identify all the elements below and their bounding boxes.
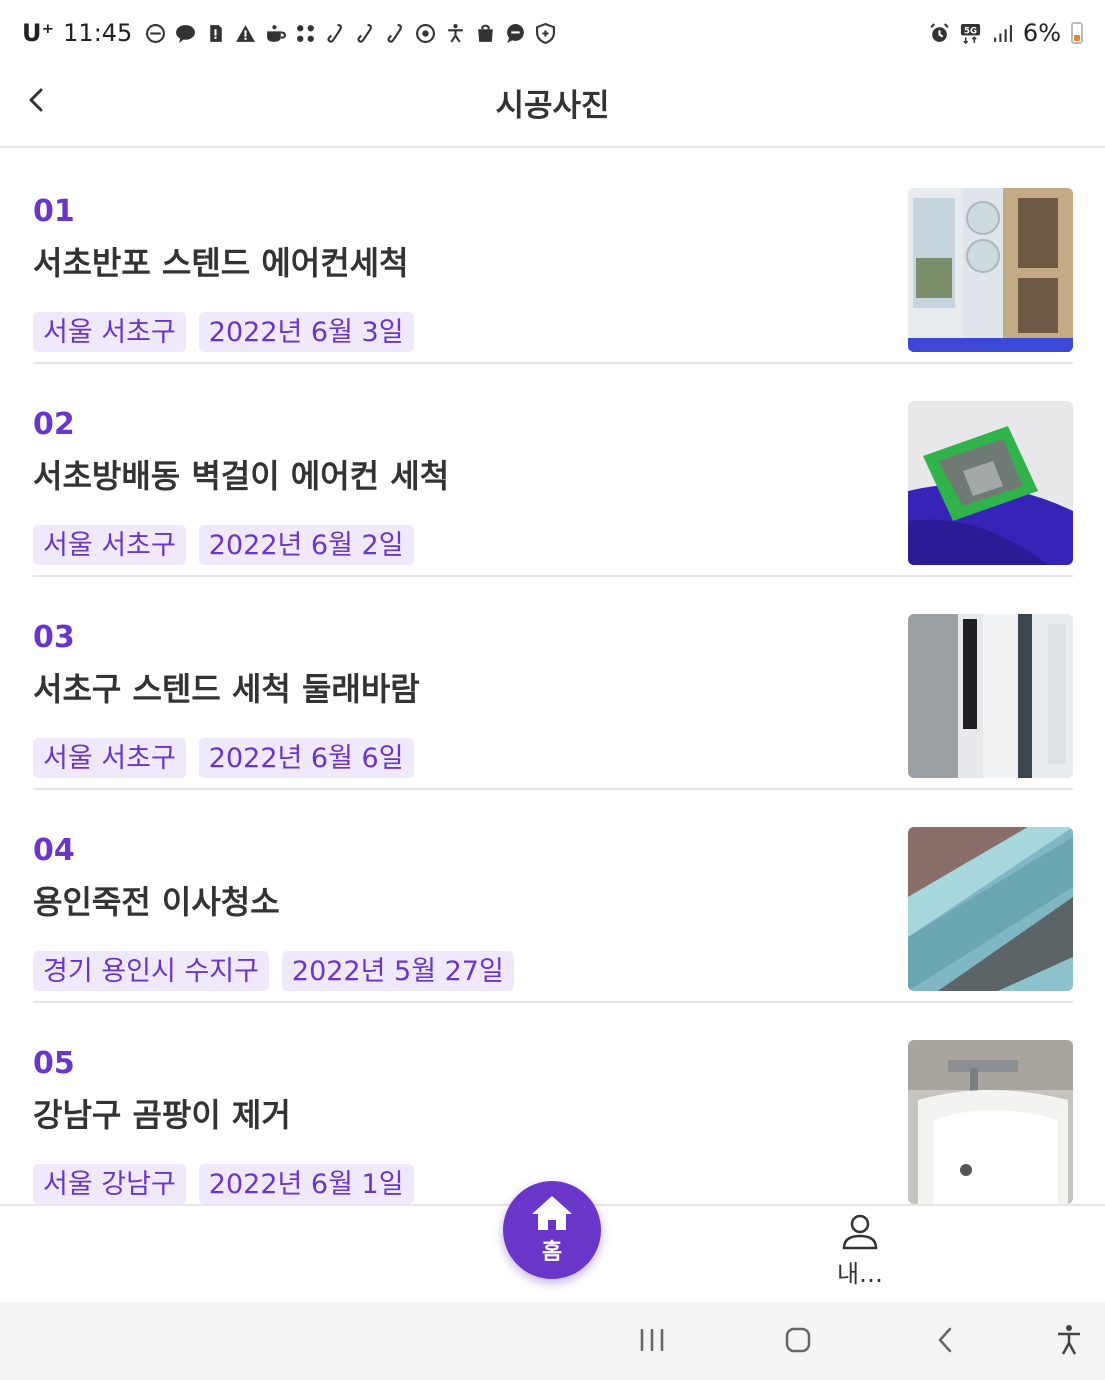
wall-aircon-cleaning-photo[interactable] bbox=[908, 401, 1073, 565]
list-item[interactable]: 04 용인죽전 이사청소 경기 용인시 수지구 2022년 5월 27일 bbox=[33, 789, 1073, 1003]
alarm-icon bbox=[929, 22, 950, 44]
date-tag: 2022년 6월 1일 bbox=[198, 1164, 414, 1204]
item-title: 서초반포 스텐드 에어컨세척 bbox=[33, 244, 409, 282]
window-frame-photo[interactable] bbox=[908, 827, 1073, 991]
bathtub-photo[interactable] bbox=[908, 1040, 1073, 1204]
my-tab[interactable]: 내… bbox=[815, 1214, 905, 1294]
link-icon bbox=[325, 23, 346, 44]
kakaotalk-icon bbox=[175, 23, 196, 44]
item-number: 05 bbox=[33, 1046, 75, 1081]
accessibility-icon bbox=[445, 23, 466, 44]
shield-icon bbox=[535, 22, 556, 44]
date-tag: 2022년 6월 3일 bbox=[198, 312, 414, 352]
stand-aircon-photo[interactable] bbox=[908, 188, 1073, 352]
link-icon bbox=[355, 23, 376, 44]
photo-list: 01 서초반포 스텐드 에어컨세척 서울 서초구 2022년 6월 3일 02 … bbox=[0, 150, 1105, 1204]
item-number: 01 bbox=[33, 194, 75, 229]
location-tag: 서울 서초구 bbox=[33, 525, 186, 565]
item-number: 02 bbox=[33, 407, 75, 442]
carrier-label: U⁺ bbox=[22, 19, 55, 47]
target-icon bbox=[415, 23, 436, 44]
item-title: 용인죽전 이사청소 bbox=[33, 883, 280, 921]
chat-icon bbox=[505, 23, 526, 44]
back-system-button[interactable] bbox=[925, 1320, 965, 1360]
cup-icon bbox=[265, 23, 287, 44]
clock: 11:45 bbox=[63, 19, 133, 47]
date-tag: 2022년 5월 27일 bbox=[281, 951, 514, 991]
home-square-icon bbox=[785, 1327, 811, 1353]
location-tag: 서울 서초구 bbox=[33, 312, 186, 352]
list-item[interactable]: 05 강남구 곰팡이 제거 서울 강남구 2022년 6월 1일 bbox=[33, 1002, 1073, 1204]
dots-icon bbox=[295, 23, 316, 44]
battery-icon bbox=[1071, 22, 1083, 44]
recent-apps-icon bbox=[640, 1329, 664, 1351]
bag-icon bbox=[475, 23, 496, 44]
status-bar: U⁺ 11:45 5G 6% bbox=[0, 0, 1105, 66]
list-item[interactable]: 03 서초구 스텐드 세척 둘래바람 서울 서초구 2022년 6월 6일 bbox=[33, 576, 1073, 790]
system-nav-bar bbox=[0, 1302, 1105, 1380]
home-icon bbox=[532, 1196, 572, 1230]
back-icon bbox=[938, 1327, 952, 1353]
home-label: 홈 bbox=[541, 1240, 563, 1265]
warning-icon bbox=[235, 23, 256, 44]
link-icon bbox=[385, 23, 406, 44]
person-icon bbox=[842, 1214, 878, 1250]
item-title: 서초구 스텐드 세척 둘래바람 bbox=[33, 670, 420, 708]
location-tag: 서울 강남구 bbox=[33, 1164, 186, 1204]
location-tag: 서울 서초구 bbox=[33, 738, 186, 778]
page-title: 시공사진 bbox=[495, 88, 610, 124]
item-title: 서초방배동 벽걸이 에어컨 세척 bbox=[33, 457, 450, 495]
item-number: 03 bbox=[33, 620, 75, 655]
battery-percent: 6% bbox=[1022, 19, 1061, 47]
list-item[interactable]: 01 서초반포 스텐드 에어컨세척 서울 서초구 2022년 6월 3일 bbox=[33, 150, 1073, 364]
home-button[interactable]: 홈 bbox=[503, 1181, 601, 1279]
home-system-button[interactable] bbox=[778, 1320, 818, 1360]
list-item[interactable]: 02 서초방배동 벽걸이 에어컨 세척 서울 서초구 2022년 6월 2일 bbox=[33, 363, 1073, 577]
item-number: 04 bbox=[33, 833, 75, 868]
stand-aircon-vent-photo[interactable] bbox=[908, 614, 1073, 778]
app-bar: 시공사진 bbox=[0, 66, 1105, 148]
my-label: 내… bbox=[836, 1260, 884, 1288]
recent-apps-button[interactable] bbox=[632, 1320, 672, 1360]
dnd-icon bbox=[145, 23, 166, 44]
date-tag: 2022년 6월 6일 bbox=[198, 738, 414, 778]
signal-icon bbox=[992, 23, 1013, 44]
accessibility-button[interactable] bbox=[1049, 1320, 1089, 1360]
5g-icon: 5G bbox=[960, 23, 982, 44]
sim-icon bbox=[205, 23, 226, 44]
accessibility-icon bbox=[1058, 1325, 1080, 1355]
svg-text:5G: 5G bbox=[964, 26, 977, 36]
item-title: 강남구 곰팡이 제거 bbox=[33, 1096, 291, 1134]
date-tag: 2022년 6월 2일 bbox=[198, 525, 414, 565]
location-tag: 경기 용인시 수지구 bbox=[33, 951, 269, 991]
